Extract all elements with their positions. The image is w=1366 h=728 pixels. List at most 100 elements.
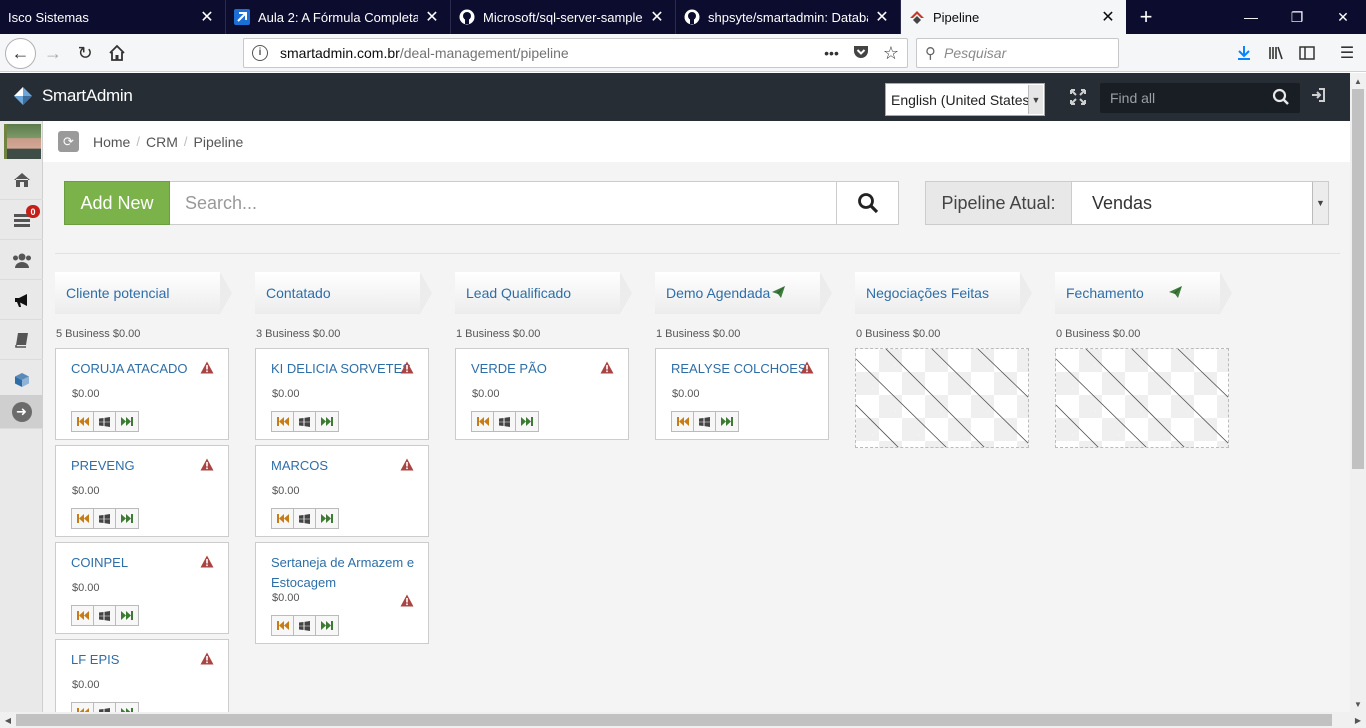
info-icon[interactable]: i — [252, 45, 268, 61]
new-tab-button[interactable]: + — [1126, 0, 1166, 34]
deal-card[interactable]: CORUJA ATACADO $0.00 — [55, 348, 229, 440]
refresh-icon[interactable]: ⟳ — [58, 131, 79, 152]
search-button[interactable] — [836, 181, 899, 225]
close-icon[interactable]: ✕ — [874, 7, 890, 27]
close-icon[interactable]: ✕ — [424, 7, 440, 27]
move-next-icon[interactable] — [316, 616, 338, 635]
breadcrumb-crm[interactable]: CRM — [146, 134, 178, 150]
move-next-icon[interactable] — [516, 412, 538, 431]
cube-icon[interactable] — [0, 360, 43, 400]
browser-tab-active[interactable]: Pipeline ✕ — [901, 0, 1126, 34]
scroll-left-icon[interactable]: ◀ — [0, 712, 16, 728]
move-previous-icon[interactable] — [72, 606, 94, 625]
deal-card[interactable]: KI DELICIA SORVETES $0.00 — [255, 348, 429, 440]
users-icon[interactable] — [0, 240, 43, 280]
close-window-icon[interactable]: ✕ — [1320, 0, 1366, 34]
stage-header[interactable]: Contatado — [255, 272, 432, 314]
menu-icon[interactable]: ☰ — [1332, 38, 1362, 68]
search-icon[interactable] — [1272, 88, 1290, 111]
url-bar[interactable]: i smartadmin.com.br /deal-management/pip… — [243, 38, 908, 68]
deal-name[interactable]: LF EPIS — [71, 650, 199, 670]
breadcrumb-home[interactable]: Home — [93, 134, 130, 150]
stage-header[interactable]: Negociações Feitas — [855, 272, 1032, 314]
home-icon[interactable] — [0, 160, 43, 200]
home-icon[interactable] — [102, 38, 132, 68]
windows-icon[interactable] — [94, 412, 116, 431]
sidebar-collapse-button[interactable]: ➜ — [0, 395, 43, 429]
book-icon[interactable] — [0, 320, 43, 360]
move-next-icon[interactable] — [116, 509, 138, 528]
move-previous-icon[interactable] — [672, 412, 694, 431]
deal-name[interactable]: REALYSE COLCHOES — [671, 359, 807, 379]
fullscreen-icon[interactable] — [1066, 87, 1090, 107]
scroll-right-icon[interactable]: ▶ — [1350, 712, 1366, 728]
logout-icon[interactable] — [1310, 87, 1326, 108]
windows-icon[interactable] — [694, 412, 716, 431]
deal-card[interactable]: VERDE PÃO $0.00 — [455, 348, 629, 440]
scroll-thumb[interactable] — [1352, 89, 1364, 469]
deal-card[interactable]: PREVENG $0.00 — [55, 445, 229, 537]
horizontal-scrollbar[interactable]: ◀ ▶ — [0, 712, 1366, 728]
stage-header[interactable]: Lead Qualificado — [455, 272, 632, 314]
empty-drop-zone[interactable] — [1055, 348, 1229, 448]
scroll-thumb[interactable] — [16, 714, 1332, 726]
inbox-icon[interactable]: 0 — [0, 200, 43, 240]
deal-card[interactable]: MARCOS $0.00 — [255, 445, 429, 537]
reload-icon[interactable]: ↻ — [70, 38, 100, 68]
windows-icon[interactable] — [294, 616, 316, 635]
add-new-button[interactable]: Add New — [64, 181, 170, 225]
megaphone-icon[interactable] — [0, 280, 43, 320]
browser-tab[interactable]: Microsoft/sql-server-samples: S ✕ — [451, 0, 676, 34]
browser-tab[interactable]: Aula 2: A Fórmula Completa de ✕ — [226, 0, 451, 34]
library-icon[interactable] — [1261, 38, 1291, 68]
browser-tab[interactable]: shpsyte/smartadmin: Database ✕ — [676, 0, 901, 34]
close-icon[interactable]: ✕ — [649, 7, 665, 27]
deal-card[interactable]: Sertaneja de Armazem e Estocagem $0.00 — [255, 542, 429, 644]
back-icon[interactable]: ← — [5, 38, 36, 69]
page-actions-icon[interactable]: ••• — [824, 45, 839, 61]
windows-icon[interactable] — [294, 509, 316, 528]
deal-name[interactable]: PREVENG — [71, 456, 199, 476]
move-previous-icon[interactable] — [272, 616, 294, 635]
deal-name[interactable]: CORUJA ATACADO — [71, 359, 199, 379]
move-next-icon[interactable] — [316, 509, 338, 528]
deal-name[interactable]: KI DELICIA SORVETES — [271, 359, 411, 379]
scroll-down-icon[interactable]: ▼ — [1350, 696, 1366, 712]
find-all-input[interactable]: Find all — [1100, 83, 1300, 113]
move-previous-icon[interactable] — [72, 412, 94, 431]
sidebar-toggle-icon[interactable] — [1292, 38, 1322, 68]
stage-header[interactable]: Cliente potencial — [55, 272, 232, 314]
pocket-icon[interactable] — [853, 45, 869, 62]
browser-tab[interactable]: Isco Sistemas ✕ — [0, 0, 226, 34]
move-next-icon[interactable] — [116, 606, 138, 625]
stage-header[interactable]: Demo Agendada — [655, 272, 832, 314]
windows-icon[interactable] — [94, 606, 116, 625]
scroll-up-icon[interactable]: ▲ — [1350, 73, 1366, 89]
deal-name[interactable]: MARCOS — [271, 456, 399, 476]
move-next-icon[interactable] — [716, 412, 738, 431]
move-previous-icon[interactable] — [72, 509, 94, 528]
deal-card[interactable]: REALYSE COLCHOES $0.00 — [655, 348, 829, 440]
brand-logo[interactable]: SmartAdmin — [12, 85, 133, 107]
language-select[interactable]: English (United States) ▼ — [885, 83, 1045, 116]
deal-name[interactable]: Sertaneja de Armazem e Estocagem — [271, 553, 416, 593]
move-next-icon[interactable] — [116, 412, 138, 431]
restore-icon[interactable]: ❐ — [1274, 0, 1320, 34]
windows-icon[interactable] — [94, 509, 116, 528]
pipeline-select[interactable]: Vendas ▼ — [1071, 181, 1329, 225]
deal-name[interactable]: VERDE PÃO — [471, 359, 599, 379]
stage-header[interactable]: Fechamento — [1055, 272, 1232, 314]
move-previous-icon[interactable] — [272, 509, 294, 528]
minimize-icon[interactable]: — — [1228, 0, 1274, 34]
bookmark-star-icon[interactable]: ☆ — [883, 43, 899, 64]
move-previous-icon[interactable] — [472, 412, 494, 431]
empty-drop-zone[interactable] — [855, 348, 1029, 448]
windows-icon[interactable] — [294, 412, 316, 431]
deal-name[interactable]: COINPEL — [71, 553, 199, 573]
deal-search-input[interactable]: Search... — [170, 181, 837, 225]
deal-card[interactable]: COINPEL $0.00 — [55, 542, 229, 634]
close-icon[interactable]: ✕ — [199, 7, 215, 27]
avatar[interactable] — [4, 124, 41, 159]
download-icon[interactable] — [1229, 38, 1259, 68]
move-previous-icon[interactable] — [272, 412, 294, 431]
